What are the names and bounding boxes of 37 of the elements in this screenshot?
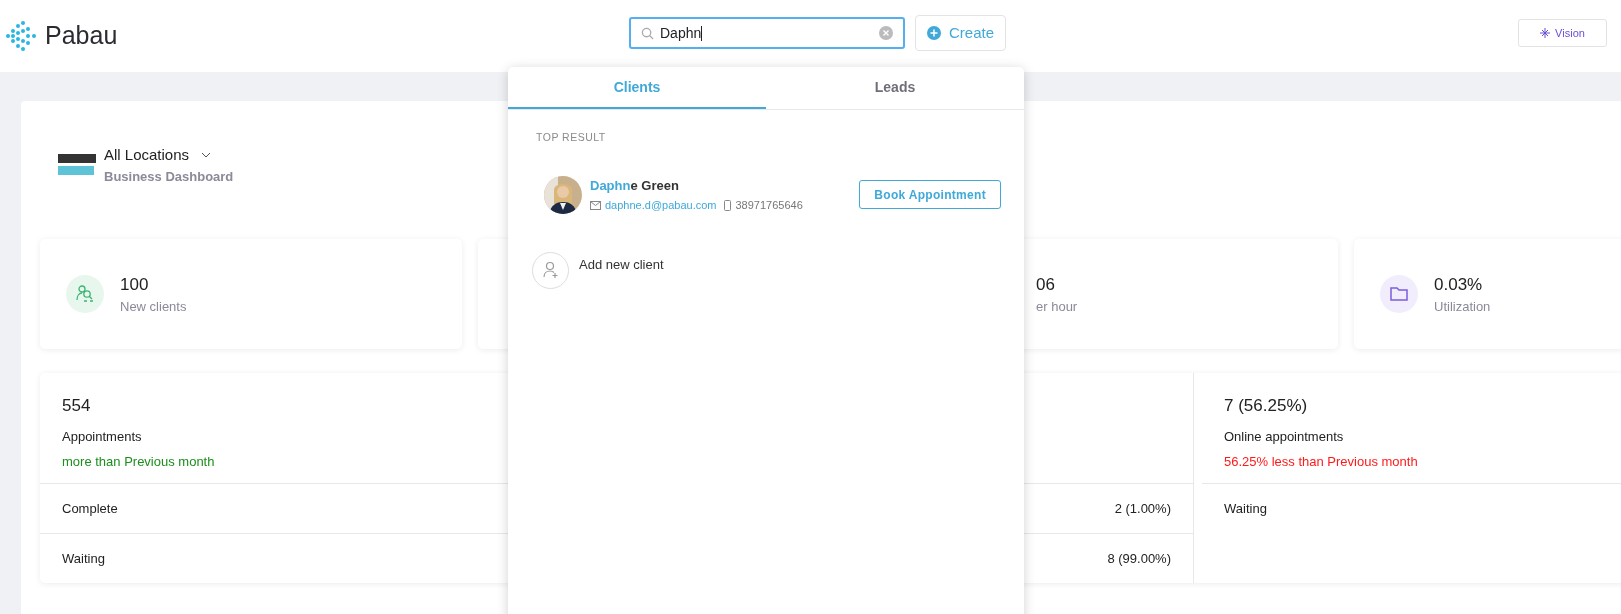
row-label: Waiting — [1224, 499, 1267, 518]
client-name[interactable]: Daphne Green — [590, 176, 679, 196]
stat-label: er hour — [1036, 298, 1078, 316]
mail-icon — [590, 200, 601, 210]
folder-icon — [1380, 275, 1418, 313]
plus-icon — [927, 26, 941, 40]
trend-text: more than Previous month — [62, 453, 215, 471]
trend-text: 56.25% less than Previous month — [1224, 453, 1418, 471]
row-value: 2 (1.00%) — [1114, 499, 1171, 518]
summary-value: 7 (56.25%) — [1224, 395, 1309, 417]
brand-name: Pabau — [45, 20, 118, 52]
chevron-icon[interactable] — [201, 152, 212, 159]
logo-icon — [6, 21, 36, 51]
sparkle-icon — [1540, 28, 1551, 38]
stat-label: New clients — [120, 298, 187, 316]
row-value: 8 (99.00%) — [1107, 549, 1171, 568]
vision-button[interactable]: Vision — [1518, 19, 1607, 47]
search-icon — [641, 26, 654, 40]
person-icon — [66, 275, 104, 313]
row-label: Waiting — [62, 549, 105, 568]
summary-value: 554 — [62, 395, 92, 417]
stat-value: 100 — [120, 273, 150, 296]
location-title[interactable]: All Locations — [104, 144, 190, 167]
stat-label: Utilization — [1434, 298, 1491, 316]
location-subtitle: Business Dashboard — [104, 167, 234, 186]
tab[interactable]: Leads — [766, 67, 1024, 109]
stat-value: 06 — [1036, 273, 1056, 296]
search-field[interactable]: Daphn — [629, 17, 905, 49]
row-label: Complete — [62, 499, 118, 518]
phone-icon — [724, 199, 732, 211]
summary-label: Online appointments — [1224, 427, 1345, 446]
summary-label: Appointments — [62, 427, 143, 446]
add-new-client-link[interactable]: Add new client — [579, 254, 664, 275]
stat-value: 0.03% — [1434, 273, 1484, 296]
client-phone: 38971765646 — [735, 197, 803, 213]
section-title: TOP RESULT — [536, 130, 606, 145]
clear-icon[interactable] — [879, 26, 893, 40]
